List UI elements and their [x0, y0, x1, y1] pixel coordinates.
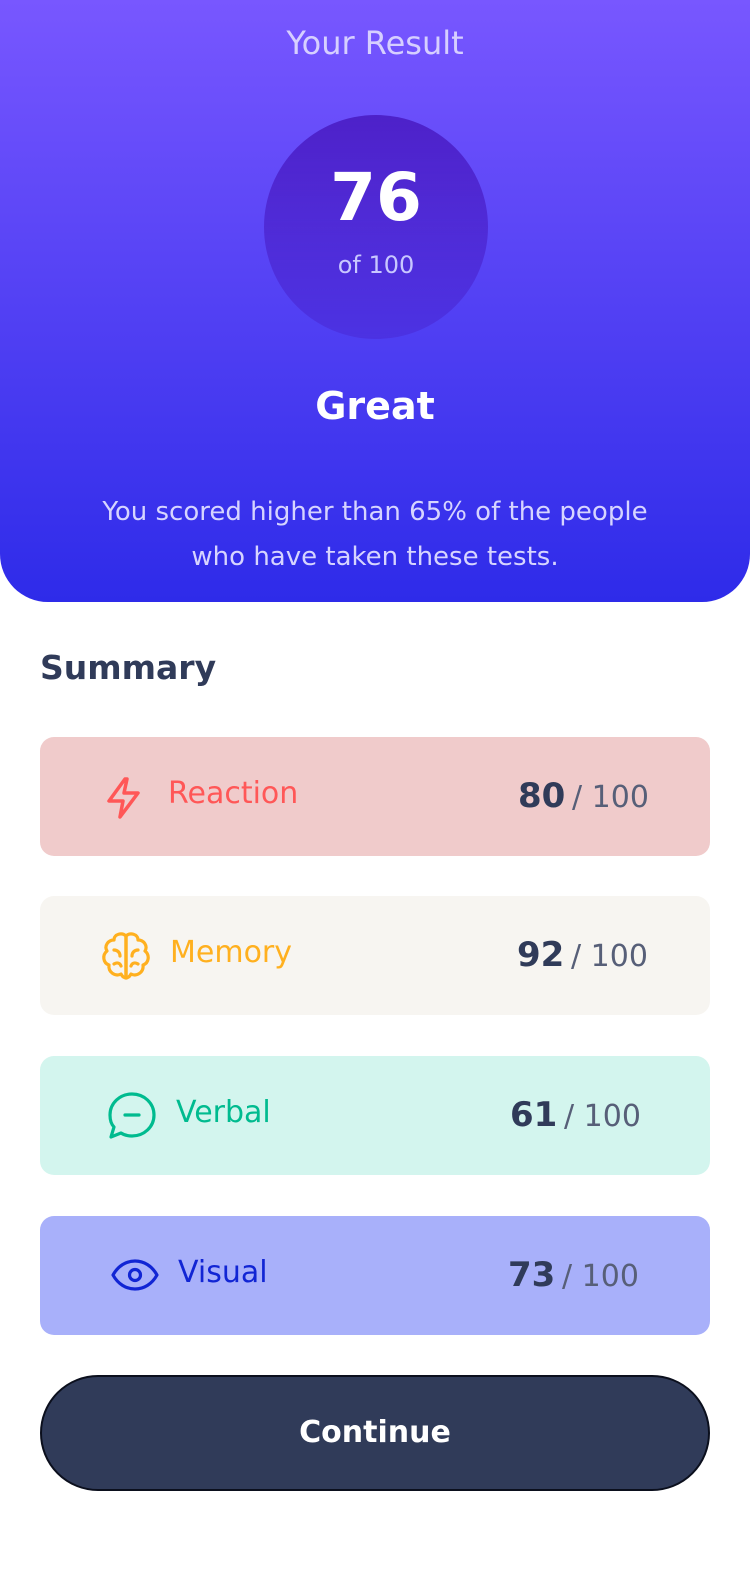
score-circle: 76 of 100 [264, 115, 488, 339]
summary-title: Summary [40, 648, 217, 687]
result-title: Your Result [286, 24, 464, 62]
result-panel: Your Result 76 of 100 Great You scored h… [0, 0, 750, 602]
summary-item-max: / 100 [562, 1259, 639, 1294]
summary-item-max: / 100 [572, 780, 649, 815]
summary-item-verbal: Verbal 61 / 100 [40, 1056, 710, 1175]
summary-item-score: 61 [510, 1095, 558, 1135]
chat-bubble-icon [106, 1090, 156, 1139]
eye-icon [110, 1250, 159, 1298]
score-of-label: of 100 [337, 251, 415, 279]
summary-item-visual: Visual 73 / 100 [40, 1216, 710, 1335]
summary-item-label: Verbal [176, 1095, 271, 1130]
score-value: 76 [330, 159, 422, 236]
summary-item-label: Visual [178, 1255, 268, 1290]
summary-item-memory: Memory 92 / 100 [40, 896, 710, 1015]
summary-item-max: / 100 [564, 1099, 641, 1134]
brain-icon [100, 930, 150, 980]
summary-item-label: Reaction [168, 776, 299, 811]
summary-item-reaction: Reaction 80 / 100 [40, 737, 710, 856]
lightning-icon [100, 773, 148, 821]
result-description: You scored higher than 65% of the people… [102, 497, 648, 572]
summary-item-score: 92 [517, 935, 565, 975]
continue-button[interactable]: Continue [40, 1375, 710, 1491]
summary-item-label: Memory [170, 935, 293, 970]
summary-item-score: 73 [508, 1255, 556, 1295]
summary-item-score: 80 [518, 776, 566, 816]
grade-label: Great [315, 384, 435, 428]
summary-item-max: / 100 [571, 939, 648, 974]
